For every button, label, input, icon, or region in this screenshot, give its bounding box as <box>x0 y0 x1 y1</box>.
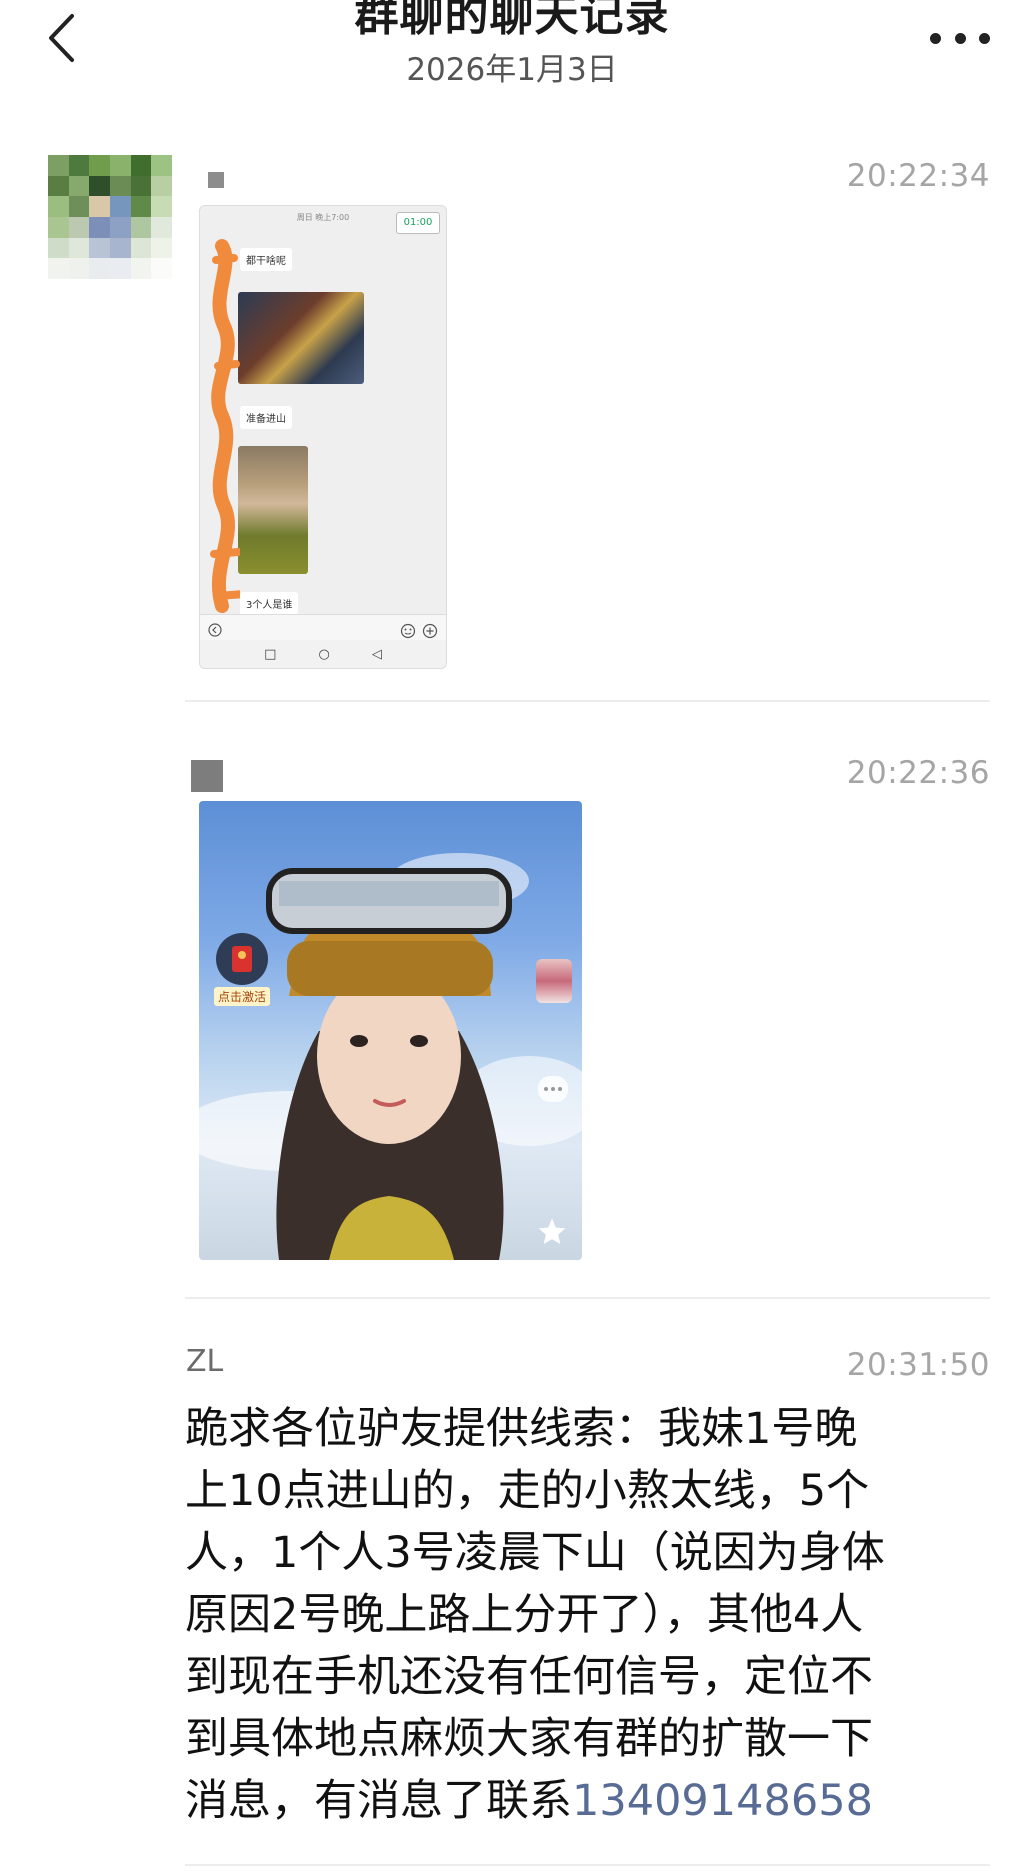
plus-icon <box>422 623 438 639</box>
circle-icon: ○ <box>318 646 330 662</box>
activate-label: 点击激活 <box>213 987 270 1006</box>
more-dot-icon <box>930 32 941 44</box>
comment-icon[interactable] <box>538 1076 568 1102</box>
message-divider <box>185 1864 990 1866</box>
message-timestamp: 20:22:34 <box>846 158 990 194</box>
red-envelope-icon <box>216 933 268 985</box>
blurred-avatar <box>536 959 572 1003</box>
square-icon: □ <box>264 646 277 662</box>
photo-image[interactable]: 点击激活 <box>199 801 582 1260</box>
message-timestamp: 20:31:50 <box>846 1347 990 1383</box>
sender-name-redacted <box>208 172 224 188</box>
message-text-line: 到具体地点麻烦大家有群的扩散一下 <box>185 1714 873 1764</box>
phone-number-link[interactable]: 13409148658 <box>572 1776 873 1826</box>
message-text-line: 人，1个人3号凌晨下山（说因为身体 <box>185 1528 885 1578</box>
header-bar: 群聊的聊天记录 2026年1月3日 <box>0 0 1024 100</box>
message-divider <box>185 1297 990 1299</box>
sender-name-redacted <box>191 760 223 792</box>
more-dot-icon <box>979 32 990 44</box>
portrait-illustration <box>199 853 582 1260</box>
message-text: 跪求各位驴友提供线索：我妹1号晚 上10点进山的，走的小熬太线，5个 人，1个人… <box>185 1398 991 1832</box>
redaction-scribble <box>210 239 240 613</box>
screenshot-nav-bar: □ ○ ◁ <box>200 640 446 668</box>
triangle-icon: ◁ <box>371 646 382 662</box>
message-text-line: 到现在手机还没有任何信号，定位不 <box>185 1652 873 1702</box>
chat-history-page: 群聊的聊天记录 2026年1月3日 20:22:34 周日 晚上7:00 01:… <box>0 0 1024 1871</box>
avatar[interactable] <box>48 155 172 279</box>
message-text-line: 原因2号晚上路上分开了），其他4人 <box>185 1590 864 1640</box>
screenshot-timer: 01:00 <box>396 212 440 234</box>
message-divider <box>185 700 990 702</box>
voice-icon <box>208 623 222 637</box>
emoji-icon <box>400 623 416 639</box>
message-text-prefix: 消息，有消息了联系 <box>185 1776 572 1826</box>
screenshot-bubble: 都干啥呢 <box>240 248 292 271</box>
screenshot-thumbnail-person <box>238 446 308 574</box>
message-timestamp: 20:22:36 <box>846 755 990 791</box>
message-text-line-last: 消息，有消息了联系13409148658 <box>185 1770 991 1832</box>
sender-name: ZL <box>186 1344 224 1379</box>
more-options-button[interactable] <box>930 20 990 56</box>
page-date: 2026年1月3日 <box>406 52 618 88</box>
screenshot-image[interactable]: 周日 晚上7:00 01:00 都干啥呢 准备进山 3个人是谁 □ ○ ◁ <box>199 205 447 669</box>
screenshot-bubble: 准备进山 <box>240 406 292 429</box>
star-icon[interactable] <box>536 1216 568 1248</box>
page-title: 群聊的聊天记录 <box>354 0 670 41</box>
more-dot-icon <box>954 32 966 44</box>
screenshot-bubble: 3个人是谁 <box>240 592 299 615</box>
message-text-line: 上10点进山的，走的小熬太线，5个 <box>185 1466 870 1516</box>
activate-badge[interactable]: 点击激活 <box>209 933 275 1006</box>
message-text-line: 跪求各位驴友提供线索：我妹1号晚 <box>185 1404 858 1454</box>
screenshot-thumbnail-car <box>238 292 364 384</box>
